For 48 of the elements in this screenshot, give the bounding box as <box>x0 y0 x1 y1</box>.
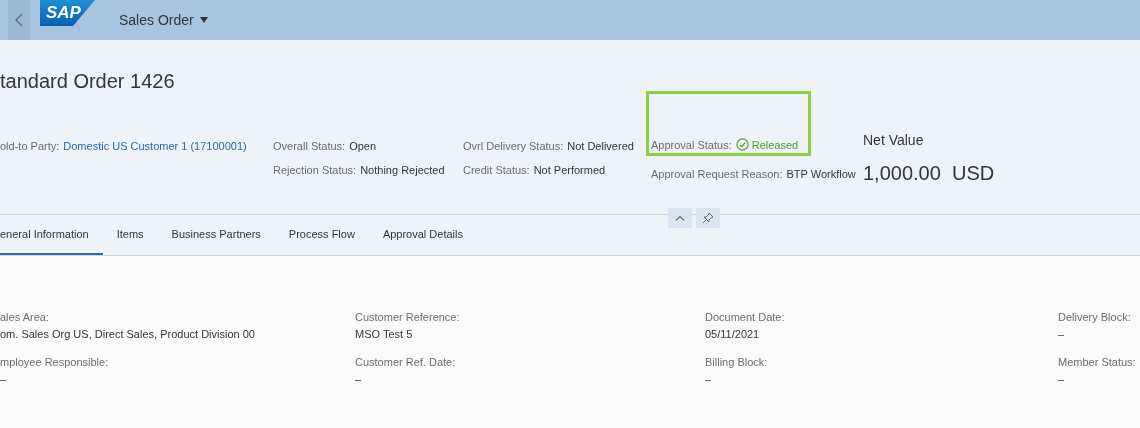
field-label: Billing Block: <box>705 356 769 368</box>
status-value: Not Performed <box>533 164 606 176</box>
field-value: – <box>1058 328 1066 342</box>
dropdown-icon <box>199 17 208 23</box>
logo: SAP <box>40 0 95 26</box>
tab[interactable]: Process Flow <box>274 215 369 255</box>
tab[interactable]: Approval Details <box>368 215 477 255</box>
facet-label: old-to Party: <box>0 140 60 152</box>
tab[interactable]: eneral Information <box>0 215 103 255</box>
status-value: Released <box>735 138 799 151</box>
facet-label: Ovrl Delivery Status: <box>463 140 564 152</box>
pin-icon <box>702 212 714 224</box>
field-label: Member Status: <box>1058 356 1137 368</box>
object-title: tandard Order 1426 <box>0 69 176 94</box>
chevron-up-icon <box>675 215 685 221</box>
check-circle-icon <box>735 138 749 151</box>
tab[interactable]: Items <box>102 215 158 255</box>
app-title-menu[interactable]: Sales Order <box>118 12 208 28</box>
tab[interactable]: Business Partners <box>157 215 275 255</box>
facet-label: Approval Request Reason: <box>651 168 783 180</box>
net-value-label: Net Value <box>863 132 925 148</box>
field-label: mployee Responsible: <box>0 356 110 368</box>
back-icon <box>15 13 23 27</box>
field-value: – <box>0 373 8 387</box>
net-value-amount: 1,000.00 USD <box>863 162 995 185</box>
field-label: Delivery Block: <box>1058 311 1132 323</box>
collapse-button[interactable] <box>668 208 692 228</box>
field-value: om. Sales Org US, Direct Sales, Product Division 00 <box>0 328 256 342</box>
facet-label: Credit Status: <box>463 164 530 176</box>
field-label: Customer Reference: <box>355 311 461 323</box>
field-label: ales Area: <box>0 311 50 323</box>
facet-label: Rejection Status: <box>273 164 357 176</box>
status-value: Nothing Rejected <box>360 164 445 176</box>
status-value: Not Delivered <box>567 140 634 152</box>
back-button[interactable] <box>8 0 30 40</box>
field-value: – <box>705 373 713 387</box>
pin-button[interactable] <box>696 208 720 228</box>
field-label: Document Date: <box>705 311 786 323</box>
field-value: 05/11/2021 <box>705 328 761 342</box>
field-value: MSO Test 5 <box>355 328 414 342</box>
customer-link[interactable]: Domestic US Customer 1 (17100001) <box>63 140 247 152</box>
field-value: – <box>355 373 363 387</box>
field-value: – <box>1058 373 1066 387</box>
field-label: Customer Ref. Date: <box>355 356 457 368</box>
facet-label: Overall Status: <box>273 140 346 152</box>
facet-label: Approval Status: <box>651 138 732 151</box>
status-value: Open <box>349 140 377 152</box>
status-value: BTP Workflow <box>786 168 856 180</box>
